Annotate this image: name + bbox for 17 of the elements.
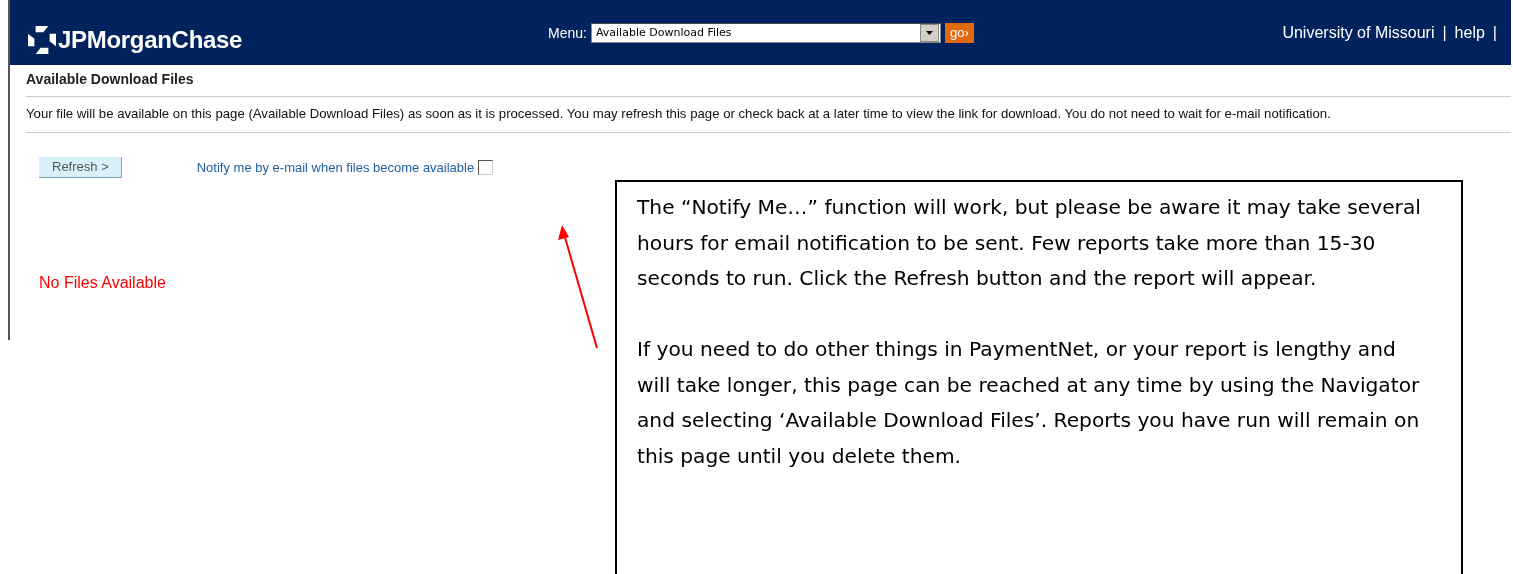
notify-label: Notify me by e-mail when files become available (196, 160, 475, 175)
link-separator: | (1492, 23, 1497, 42)
callout-paragraph: The “Notify Me…” function will work, but please be aware it may take several hours for email notification to be sent. Few reports take more than 15-30 seconds to run. Click the Refresh button and the report will appear. (637, 194, 1421, 292)
menu-label: Menu: (548, 24, 587, 41)
brand-name: JPMorganChase (58, 25, 243, 54)
menu-select[interactable]: Available Download Files (590, 22, 941, 43)
link-separator: | (1442, 23, 1447, 42)
callout-paragraph: If you need to do other things in PaymentNet, or your report is lengthy and will take longer, this page can be reached at any time by using the Navigator and selecting ‘Available Download Files’. Reports you have run will remain on this page until you delete them. (637, 336, 1421, 470)
header-link[interactable]: University of Missouri (1282, 23, 1435, 42)
header-link[interactable]: help (1454, 23, 1485, 42)
refresh-button[interactable]: Refresh > (39, 157, 122, 178)
notify-checkbox[interactable] (478, 160, 494, 175)
dropdown-caret-icon (925, 30, 933, 35)
page-title: Available Download Files (26, 70, 195, 89)
intro-text: Your file will be available on this page (Available Download Files) as soon as it is processed. You may refresh this page or check back at a later time to view the link for download. You do not need to wait for e-mail notification. (26, 105, 1332, 123)
octagon-logo-icon (28, 25, 56, 54)
status-message: No Files Available (39, 274, 166, 292)
